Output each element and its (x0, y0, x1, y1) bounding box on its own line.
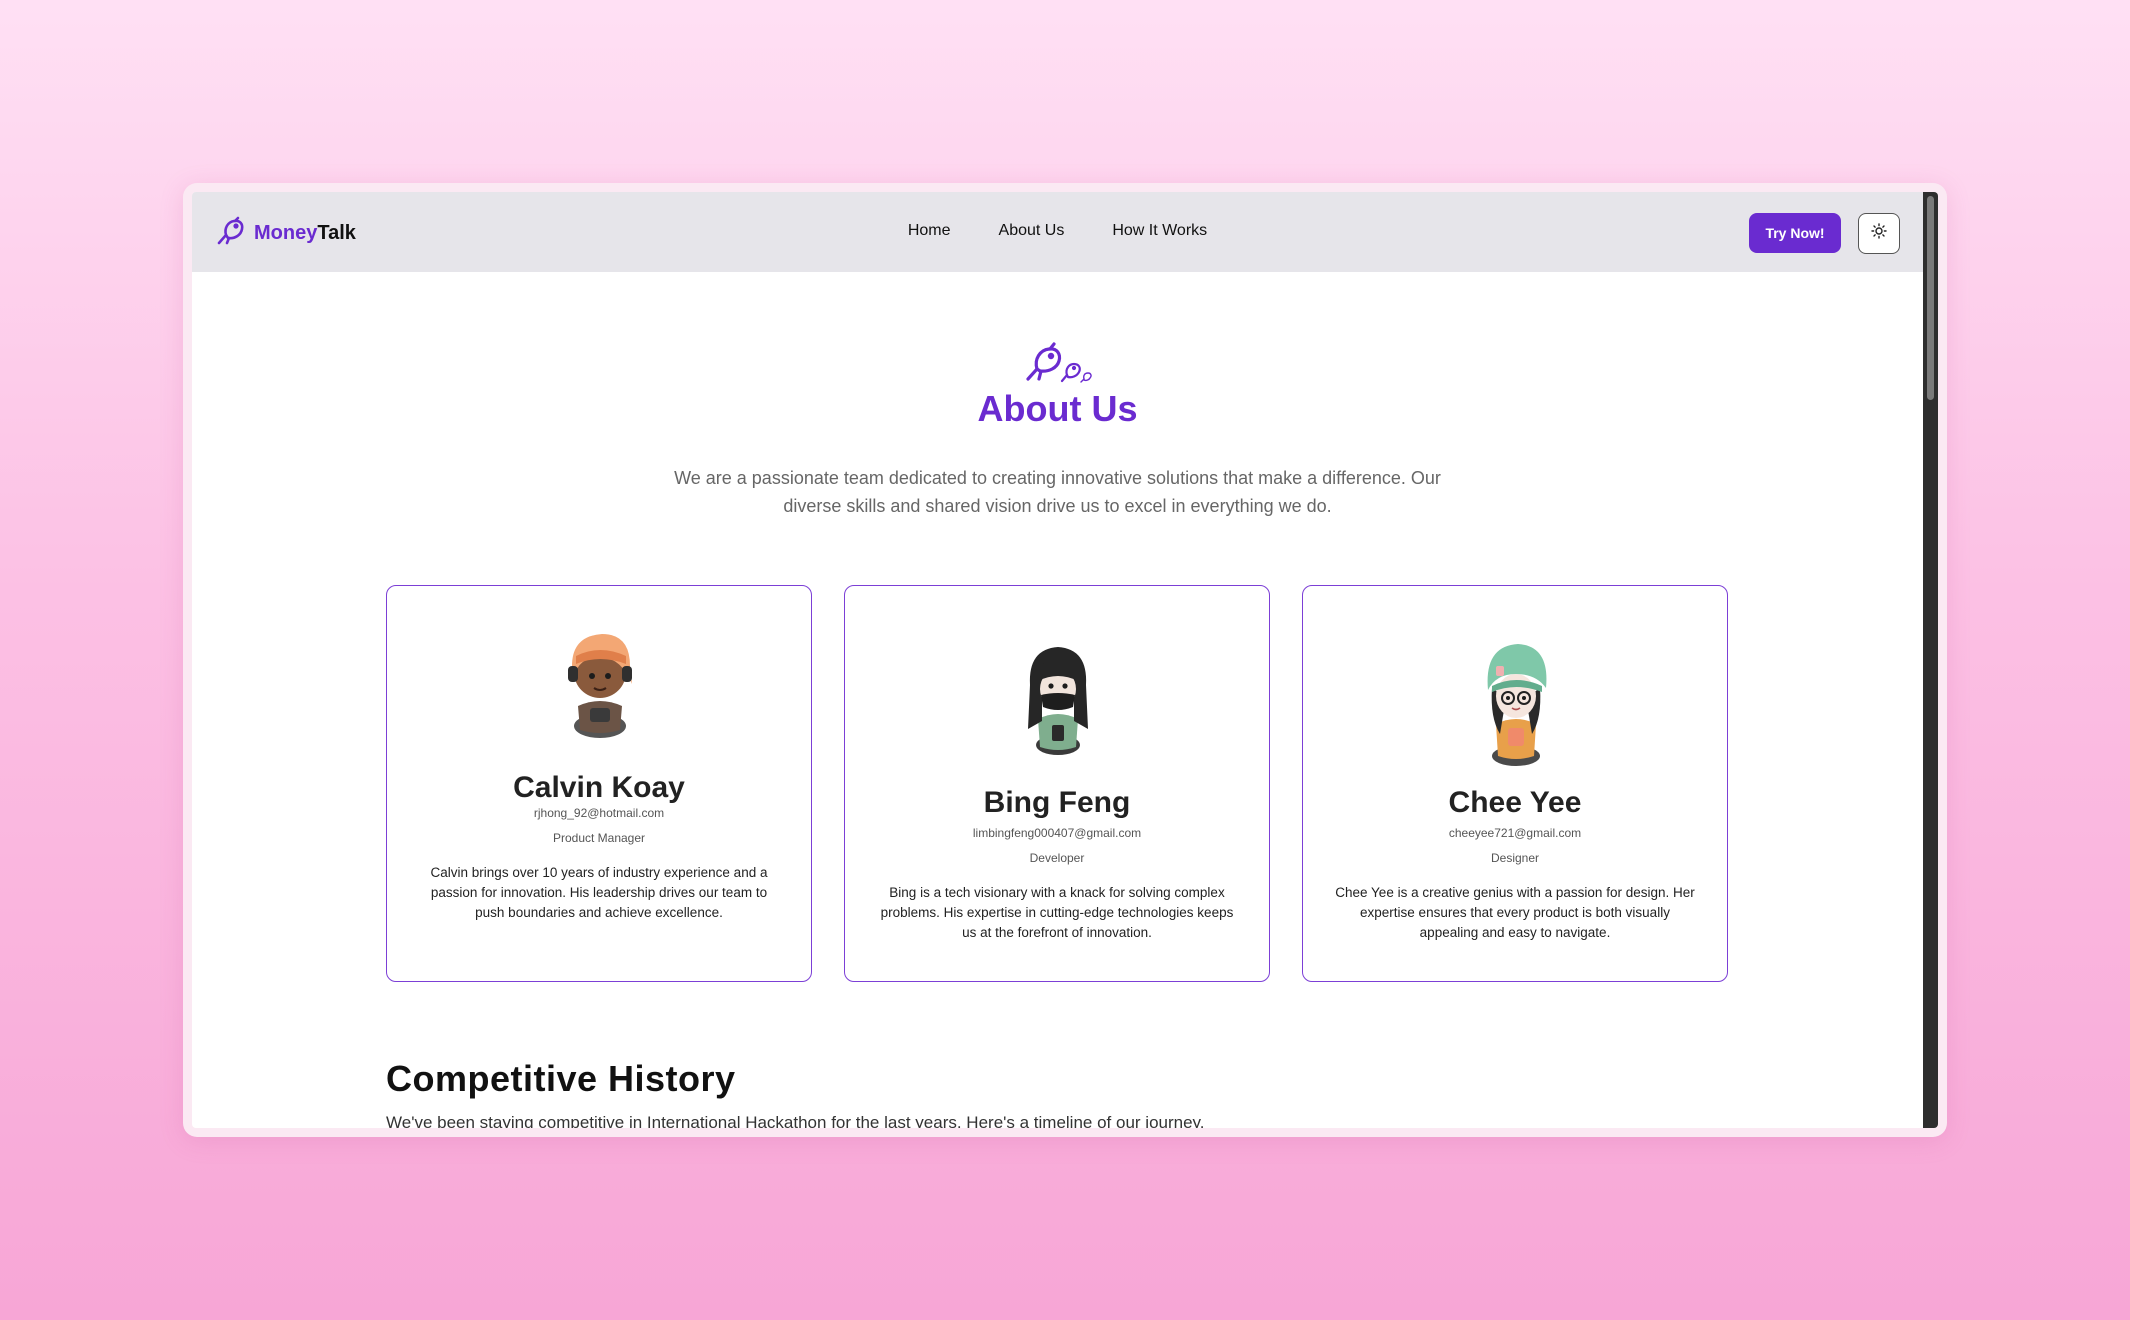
team-card-bing: Bing Feng limbingfeng000407@gmail.com De… (844, 585, 1270, 982)
history-title: Competitive History (386, 1058, 736, 1099)
team-birds-logo-icon (1024, 337, 1092, 388)
team-card-calvin: Calvin Koay rjhong_92@hotmail.com Produc… (386, 585, 812, 982)
nav-links: Home About Us How It Works (192, 222, 1923, 240)
page-viewport: MoneyTalk Home About Us How It Works Try… (192, 192, 1938, 1128)
member-bio: Bing is a tech visionary with a knack fo… (880, 885, 1234, 940)
member-email[interactable]: rjhong_92@hotmail.com (387, 806, 811, 820)
history-description: We've been staying competitive in Intern… (386, 1113, 1205, 1128)
try-now-button[interactable]: Try Now! (1749, 213, 1841, 253)
member-role: Developer (1029, 851, 1085, 865)
avatar (1008, 641, 1108, 762)
member-bio: Chee Yee is a creative genius with a pas… (1335, 885, 1695, 940)
member-role: Designer (1490, 851, 1540, 865)
member-name: Calvin Koay (513, 771, 685, 804)
member-role: Product Manager (552, 831, 646, 845)
avatar (550, 626, 650, 747)
nav-link-how-it-works[interactable]: How It Works (1112, 222, 1207, 240)
avatar (1466, 638, 1566, 773)
member-name: Chee Yee (1448, 786, 1582, 819)
member-email[interactable]: limbingfeng000407@gmail.com (845, 826, 1269, 840)
member-email[interactable]: cheeyee721@gmail.com (1303, 826, 1727, 840)
page-content: MoneyTalk Home About Us How It Works Try… (192, 192, 1923, 1128)
team-card-chee-yee: Chee Yee cheeyee721@gmail.com Designer C… (1302, 585, 1728, 982)
browser-frame: MoneyTalk Home About Us How It Works Try… (183, 183, 1947, 1137)
member-bio: Calvin brings over 10 years of industry … (430, 865, 768, 920)
sun-icon (1871, 223, 1887, 244)
page-title: About Us (977, 388, 1138, 429)
scrollbar-thumb[interactable] (1927, 196, 1934, 400)
theme-toggle-button[interactable] (1858, 213, 1900, 254)
page-description: We are a passionate team dedicated to cr… (674, 468, 1441, 516)
nav-link-about-us[interactable]: About Us (999, 222, 1065, 240)
navbar: MoneyTalk Home About Us How It Works Try… (192, 192, 1923, 272)
vertical-scrollbar[interactable] (1923, 192, 1938, 1128)
nav-link-home[interactable]: Home (908, 222, 951, 240)
member-name: Bing Feng (983, 786, 1131, 819)
